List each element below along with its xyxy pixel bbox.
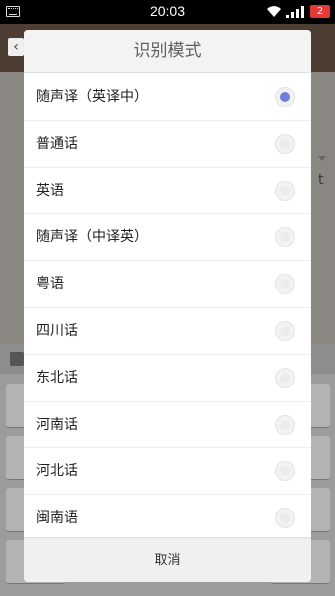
mode-option-label: 闽南语 [36, 510, 78, 527]
mode-option[interactable]: 四川话 [24, 308, 311, 355]
radio-unselected-icon[interactable] [275, 461, 295, 482]
mode-option[interactable]: 普通话 [24, 121, 311, 168]
signal-icon [286, 6, 304, 18]
radio-unselected-icon[interactable] [275, 133, 295, 154]
radio-unselected-icon[interactable] [275, 414, 295, 435]
radio-unselected-icon[interactable] [275, 274, 295, 295]
battery-icon: 2 [310, 5, 330, 18]
back-icon: ‹ [8, 38, 24, 56]
mode-option-label: 四川话 [36, 322, 78, 339]
mode-option[interactable]: 河北话 [24, 448, 311, 496]
status-bar: 20:03 2 [0, 0, 335, 24]
mode-option[interactable]: 粤语 [24, 261, 311, 308]
radio-unselected-icon[interactable] [275, 367, 295, 388]
mode-option[interactable]: 英语 [24, 168, 311, 215]
mode-option-label: 英语 [36, 182, 64, 199]
status-time: 20:03 [149, 3, 186, 19]
option-list[interactable]: 随声译（英译中） 普通话英语随声译（中译英） 粤语四川话东北话河南话河北话闽南语 [24, 74, 311, 537]
mode-option[interactable]: 随声译（中译英） [24, 214, 311, 262]
radio-unselected-icon[interactable] [275, 320, 295, 341]
recognition-mode-dialog: 识别模式 随声译（英译中） 普通话英语随声译（中译英） 粤语四川话东北话河南话河北话… [24, 30, 311, 582]
mode-option-label: 随声译（英译中） [36, 89, 148, 105]
cancel-button[interactable]: 取消 [24, 538, 311, 582]
mode-option-label: 东北话 [36, 369, 78, 386]
mode-option[interactable]: 闽南语 [24, 495, 311, 537]
dropdown-arrow-icon [318, 156, 326, 161]
mode-option-label: 普通话 [36, 135, 78, 152]
wifi-icon [267, 6, 281, 17]
mode-option[interactable]: 随声译（英译中） [24, 74, 311, 121]
mode-option-label: 河北话 [36, 463, 78, 480]
radio-unselected-icon[interactable] [275, 508, 295, 529]
mode-option-label: 随声译（中译英） [36, 229, 148, 246]
radio-unselected-icon[interactable] [275, 180, 295, 201]
radio-unselected-icon[interactable] [275, 227, 295, 248]
mode-option-label: 河南话 [36, 416, 78, 433]
keyboard-toolbar-icon [10, 352, 24, 366]
radio-selected-icon[interactable] [275, 87, 295, 107]
mode-option[interactable]: 东北话 [24, 355, 311, 402]
background-text-fragment: t [318, 172, 324, 188]
dialog-title: 识别模式 [24, 30, 311, 73]
mode-option-label: 粤语 [36, 276, 64, 293]
dialog-footer: 取消 [24, 537, 311, 582]
mode-option[interactable]: 河南话 [24, 402, 311, 449]
